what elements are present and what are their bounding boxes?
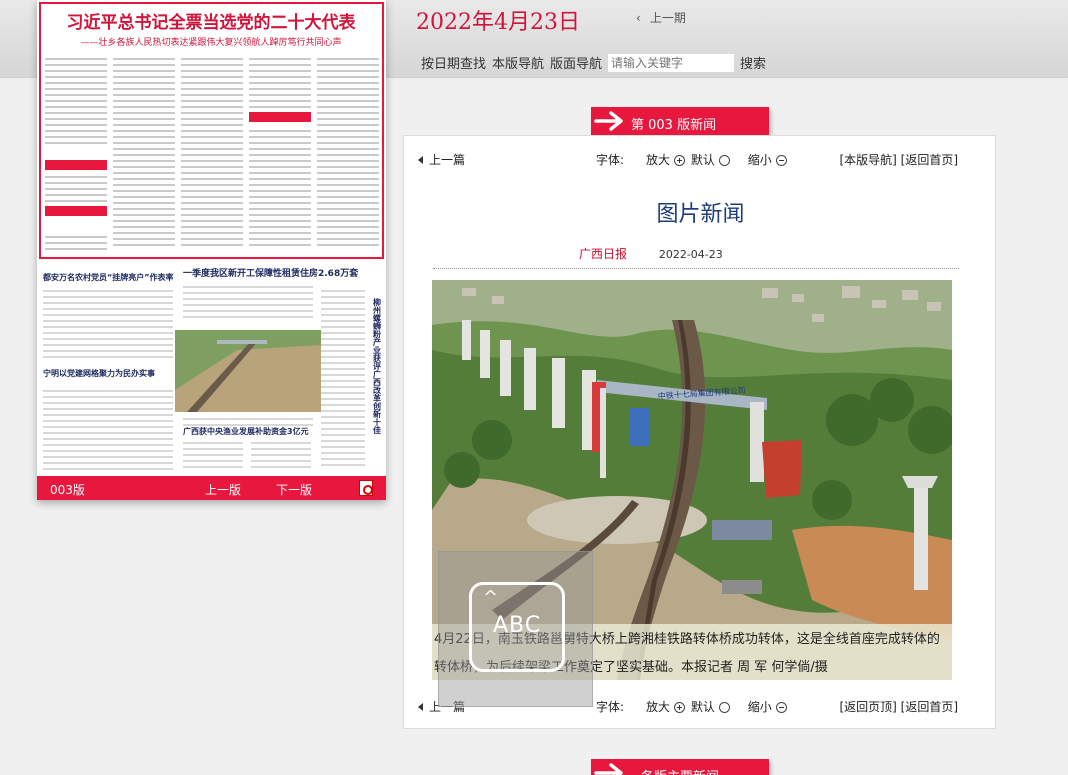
- font-smaller-button[interactable]: 缩小: [748, 151, 787, 168]
- arrow-right-icon: [594, 763, 623, 775]
- abc-label: ABC: [493, 613, 542, 638]
- article-toolbar-top: 上一篇 字体: 放大 默认 缩小 [本版导航] [返回首页]: [418, 151, 984, 171]
- paper-headline-c: 宁明以党建网格聚力为民办实事: [43, 368, 155, 378]
- font-label: 字体:: [596, 153, 625, 167]
- prev-article-link-top[interactable]: 上一篇: [418, 151, 465, 168]
- page-nav-link[interactable]: 本版导航: [492, 53, 544, 72]
- paper-page-bar: 003版 上一版 下一版: [37, 476, 386, 500]
- newspaper-thumbnail-panel: 习近平总书记全票当选党的二十大代表 ——壮乡各族人民热切表达紧跟伟大复兴领航人踔…: [37, 0, 386, 500]
- font-size-controls-top: 字体: 放大 默认 缩小: [596, 151, 787, 168]
- article-byline: 广西日报 2022-04-23: [579, 245, 723, 262]
- section-tab: 第 003 版新闻: [591, 107, 769, 135]
- font-label: 字体:: [596, 700, 625, 714]
- article-date: 2022-04-23: [658, 248, 723, 261]
- plus-circle-icon: [673, 155, 685, 166]
- caret-up-icon: ^: [483, 587, 499, 608]
- plus-circle-icon: [673, 702, 685, 713]
- main-news-tab: 各版主要新闻: [591, 759, 769, 775]
- triangle-left-icon: [418, 702, 423, 711]
- paper-headline-e: 柳州螺蛳粉产业获评广西改革创新十佳: [372, 297, 382, 435]
- prev-period-link[interactable]: ‹ 上一期: [636, 9, 686, 26]
- pdf-download-icon[interactable]: [359, 480, 373, 496]
- font-default-button[interactable]: 默认: [691, 698, 730, 715]
- newspaper-page-image[interactable]: 习近平总书记全票当选党的二十大代表 ——壮乡各族人民热切表达紧跟伟大复兴领航人踔…: [37, 0, 386, 476]
- paper-headline-d: 广西获中央渔业发展补助资金3亿元: [183, 426, 309, 436]
- paper-headline-sub: ——壮乡各族人民热切表达紧跟伟大复兴领航人踔厉笃行共同心声: [80, 36, 341, 48]
- article-title: 图片新闻: [656, 202, 745, 227]
- circle-icon: [718, 155, 730, 166]
- circle-icon: [718, 702, 730, 713]
- font-size-controls-bottom: 字体: 放大 默认 缩小: [596, 698, 787, 715]
- divider: [433, 268, 959, 269]
- font-larger-button[interactable]: 放大: [646, 698, 685, 715]
- arrow-right-icon: [594, 111, 623, 131]
- keyword-search-input[interactable]: [608, 53, 735, 72]
- next-page-link[interactable]: 下一版: [276, 481, 312, 498]
- minus-circle-icon: [775, 155, 787, 166]
- main-news-tab-label: 各版主要新闻: [641, 766, 719, 775]
- chevron-left-icon: ‹: [636, 10, 641, 25]
- date-search-link[interactable]: 按日期查找: [421, 53, 486, 72]
- page-number-label: 003版: [50, 483, 85, 497]
- paper-headline-b: 一季度我区新开工保障性租赁住房2.68万套: [183, 267, 359, 279]
- prev-article-label: 上一篇: [429, 153, 466, 167]
- font-default-button[interactable]: 默认: [691, 151, 730, 168]
- prev-page-link[interactable]: 上一版: [205, 481, 241, 498]
- section-tab-label: 第 003 版新闻: [631, 118, 717, 133]
- paper-headline-main: 习近平总书记全票当选党的二十大代表: [67, 12, 357, 33]
- issue-date-title: 2022年4月23日: [416, 10, 580, 35]
- article-source: 广西日报: [579, 247, 628, 261]
- triangle-left-icon: [418, 155, 423, 164]
- header-nav: 按日期查找 本版导航 版面导航 搜索: [421, 53, 766, 72]
- top-nav-links[interactable]: [本版导航] [返回首页]: [839, 151, 958, 168]
- bottom-nav-links[interactable]: [返回页顶] [返回首页]: [839, 698, 958, 715]
- text-recognition-button[interactable]: ^ ABC: [469, 582, 565, 672]
- search-button[interactable]: 搜索: [740, 53, 766, 72]
- font-larger-button[interactable]: 放大: [646, 151, 685, 168]
- paper-headline-a: 都安万名农村党员“挂牌亮户”作表率: [42, 272, 174, 282]
- minus-circle-icon: [775, 702, 787, 713]
- layout-nav-link[interactable]: 版面导航: [550, 53, 602, 72]
- prev-period-label: 上一期: [649, 11, 686, 25]
- font-smaller-button[interactable]: 缩小: [748, 698, 787, 715]
